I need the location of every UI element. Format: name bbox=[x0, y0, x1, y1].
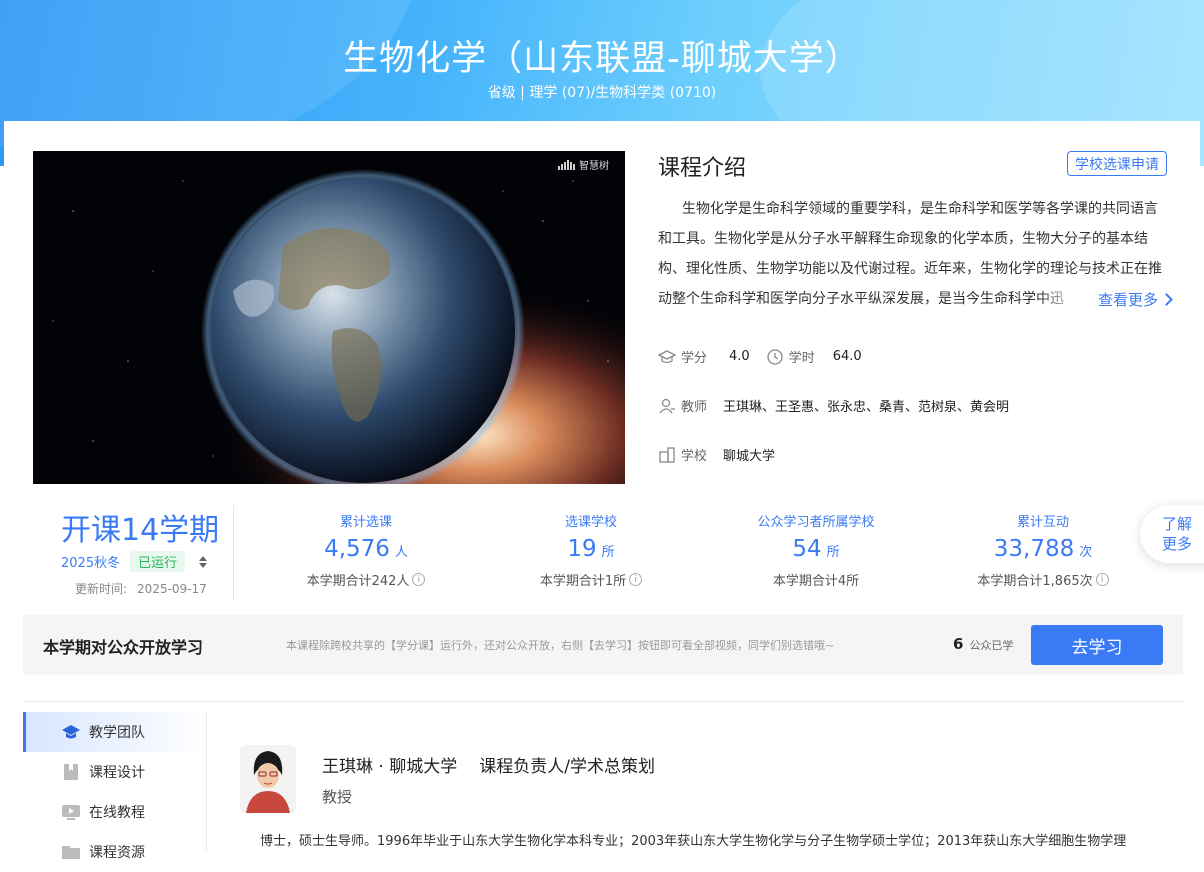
clock-icon bbox=[766, 348, 784, 366]
stat-interactions: 累计互动 33,788 次 本学期合计1,865次 i bbox=[933, 511, 1153, 589]
go-learn-button[interactable]: 去学习 bbox=[1031, 625, 1163, 665]
term-count: 开课14学期 bbox=[61, 513, 220, 548]
teacher-role: 课程负责人/学术总策划 bbox=[479, 757, 655, 777]
text-fade bbox=[1040, 284, 1080, 314]
public-learner-count: 6 公众已学 bbox=[953, 635, 1014, 653]
bookmark-icon bbox=[61, 763, 81, 781]
info-icon[interactable]: i bbox=[629, 573, 643, 586]
learn-more-button[interactable]: 了解 更多 bbox=[1140, 505, 1204, 563]
view-more-link[interactable]: 查看更多 bbox=[1075, 284, 1173, 314]
public-learning-bar: 本学期对公众开放学习 本课程除跨校共享的【学分课】运行外，还对公众开放，右侧【去… bbox=[23, 615, 1183, 675]
nav-item-course-resources[interactable]: 课程资源 bbox=[23, 832, 206, 872]
teacher-avatar bbox=[240, 745, 296, 813]
stat-term-total: 本学期合计1,865次 i bbox=[933, 570, 1153, 589]
course-side-nav: 教学团队 课程设计 在线教程 课程资源 bbox=[23, 712, 207, 861]
credit-hours-row: 学分 4.0 学时 64.0 bbox=[658, 347, 862, 366]
school-apply-button[interactable]: 学校选课申请 bbox=[1067, 151, 1167, 176]
update-time: 更新时间: 2025-09-17 bbox=[75, 580, 207, 597]
course-video-player[interactable]: 智慧树 bbox=[33, 151, 625, 484]
stat-value: 4,576 人 bbox=[324, 536, 408, 562]
teacher-name: 王琪琳 · 聊城大学 课程负责人/学术总策划 bbox=[322, 757, 655, 777]
stat-label: 选课学校 bbox=[564, 515, 617, 530]
teacher-bio: 博士，硕士生导师。1996年毕业于山东大学生物化学本科专业；2003年获山东大学… bbox=[260, 834, 1127, 849]
teacher-row: 教师 王琪琳、王圣惠、张永忠、桑青、范树泉、黄会明 bbox=[658, 396, 1009, 415]
stat-term-total: 本学期合计242人 i bbox=[256, 570, 476, 589]
teacher-names: 王琪琳、王圣惠、张永忠、桑青、范树泉、黄会明 bbox=[723, 400, 1010, 415]
stat-value: 54 所 bbox=[792, 536, 840, 562]
term-info: 开课14学期 2025秋冬 已运行 更新时间: 2025-09-17 bbox=[33, 505, 234, 600]
school-label: 学校 bbox=[681, 449, 708, 464]
nav-item-online-tutorial[interactable]: 在线教程 bbox=[23, 792, 206, 832]
credit-value: 4.0 bbox=[729, 349, 750, 364]
sort-arrows-icon[interactable] bbox=[199, 555, 208, 568]
earth-video-frame bbox=[33, 151, 625, 484]
course-title: 生物化学（山东联盟-聊城大学） bbox=[343, 39, 861, 79]
learn-more-line1: 了解 bbox=[1162, 515, 1193, 533]
info-icon[interactable]: i bbox=[412, 573, 426, 586]
nav-label: 课程资源 bbox=[89, 845, 145, 861]
public-title: 本学期对公众开放学习 bbox=[43, 638, 204, 657]
stat-schools: 选课学校 19 所 本学期合计1所 i bbox=[481, 511, 701, 589]
stat-label: 公众学习者所属学校 bbox=[757, 515, 875, 530]
watermark-text: 智慧树 bbox=[579, 161, 609, 172]
course-category: 省级 | 理学 (07)/生物科学类 (0710) bbox=[487, 85, 717, 101]
nav-item-course-design[interactable]: 课程设计 bbox=[23, 752, 206, 792]
video-watermark: 智慧树 bbox=[558, 157, 609, 172]
public-description: 本课程除跨校共享的【学分课】运行外，还对公众开放，右侧【去学习】按钮即可看全部视… bbox=[286, 639, 835, 652]
intro-title: 课程介绍 bbox=[658, 156, 747, 181]
stat-term-total: 本学期合计4所 bbox=[772, 574, 860, 589]
chevron-right-icon bbox=[1160, 292, 1173, 306]
info-icon[interactable]: i bbox=[1095, 573, 1109, 586]
stat-public-schools: 公众学习者所属学校 54 所 本学期合计4所 bbox=[706, 511, 926, 589]
signal-icon bbox=[558, 159, 576, 170]
stat-label: 累计互动 bbox=[1016, 515, 1069, 530]
status-badge: 已运行 bbox=[130, 551, 186, 572]
school-name: 聊城大学 bbox=[723, 449, 776, 464]
nav-label: 在线教程 bbox=[89, 805, 145, 821]
term-selector[interactable]: 2025秋冬 已运行 bbox=[61, 551, 208, 572]
credit-label: 学分 bbox=[681, 351, 708, 366]
stat-total-enrollment: 累计选课 4,576 人 本学期合计242人 i bbox=[256, 511, 476, 589]
hours-value: 64.0 bbox=[832, 349, 862, 364]
term-season: 2025秋冬 bbox=[61, 556, 121, 571]
teacher-label: 教师 bbox=[681, 400, 708, 415]
user-icon bbox=[658, 397, 676, 415]
nav-item-teaching-team[interactable]: 教学团队 bbox=[23, 712, 206, 752]
stat-term-total: 本学期合计1所 i bbox=[481, 570, 701, 589]
hours-label: 学时 bbox=[788, 351, 815, 366]
section-divider bbox=[23, 701, 1183, 702]
update-label: 更新时间: bbox=[75, 582, 128, 596]
school-building-icon bbox=[658, 446, 676, 464]
update-date: 2025-09-17 bbox=[137, 582, 207, 596]
video-play-icon bbox=[61, 803, 81, 821]
school-row: 学校 聊城大学 bbox=[658, 445, 775, 464]
nav-label: 教学团队 bbox=[89, 725, 145, 741]
teacher-title: 教授 bbox=[322, 788, 353, 806]
view-more-label: 查看更多 bbox=[1097, 290, 1158, 309]
folder-icon bbox=[61, 843, 81, 861]
stat-value: 19 所 bbox=[567, 536, 615, 562]
stat-value: 33,788 次 bbox=[993, 536, 1093, 562]
graduation-cap-icon bbox=[61, 723, 81, 741]
nav-label: 课程设计 bbox=[89, 765, 145, 781]
stat-label: 累计选课 bbox=[339, 515, 392, 530]
graduation-cap-icon bbox=[658, 348, 676, 366]
learn-more-line2: 更多 bbox=[1162, 535, 1193, 553]
